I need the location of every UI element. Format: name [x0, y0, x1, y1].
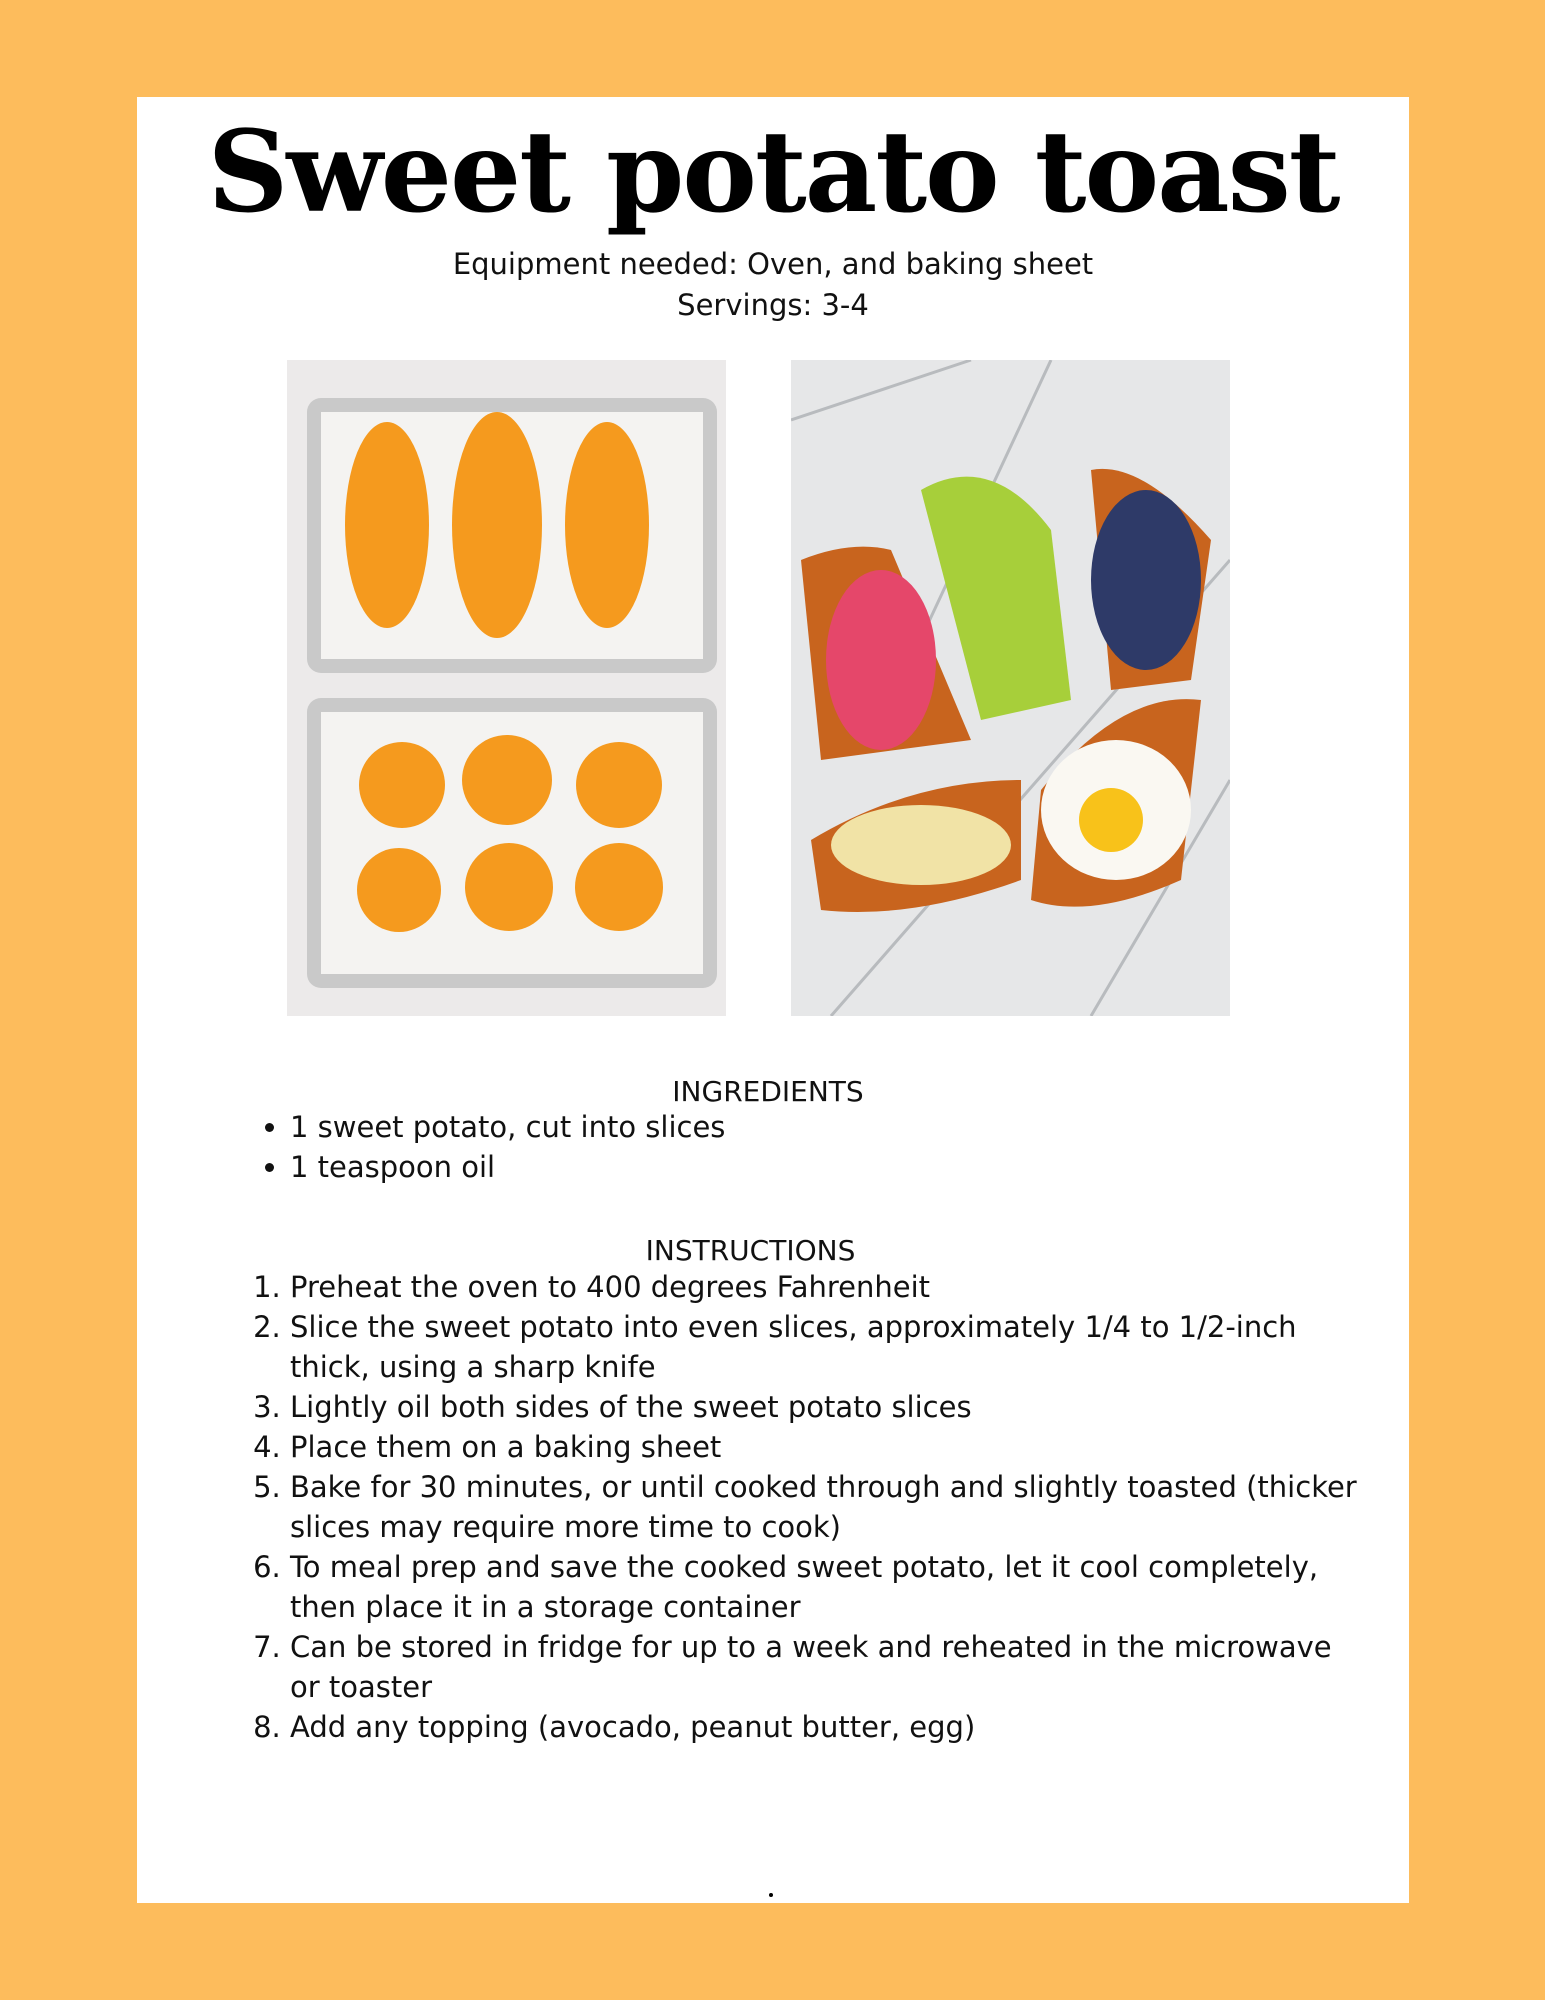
- instruction-step: Place them on a baking sheet: [290, 1427, 1370, 1467]
- footer-dot: [769, 1893, 773, 1897]
- ingredient-item: 1 teaspoon oil: [290, 1147, 725, 1187]
- instruction-step: Add any topping (avocado, peanut butter,…: [290, 1707, 1370, 1747]
- ingredients-heading: INGREDIENTS: [672, 1075, 864, 1108]
- recipe-card: Sweet potato toast Equipment needed: Ove…: [137, 97, 1409, 1903]
- sweet-potato-slices-photo: [287, 360, 726, 1016]
- instruction-step: Can be stored in fridge for up to a week…: [290, 1627, 1370, 1707]
- instruction-step: Slice the sweet potato into even slices,…: [290, 1307, 1370, 1387]
- page-title: Sweet potato toast: [207, 107, 1340, 238]
- instruction-step: Lightly oil both sides of the sweet pota…: [290, 1387, 1370, 1427]
- sweet-potato-toasts-photo: [791, 360, 1230, 1016]
- instruction-step: Bake for 30 minutes, or until cooked thr…: [290, 1467, 1370, 1547]
- instructions-list: Preheat the oven to 400 degrees Fahrenhe…: [217, 1267, 1370, 1747]
- equipment-text: Equipment needed: Oven, and baking sheet: [452, 247, 1094, 281]
- servings-text: Servings: 3-4: [677, 288, 869, 322]
- ingredient-item: 1 sweet potato, cut into slices: [290, 1107, 725, 1147]
- instruction-step: Preheat the oven to 400 degrees Fahrenhe…: [290, 1267, 1370, 1307]
- instruction-step: To meal prep and save the cooked sweet p…: [290, 1547, 1370, 1627]
- ingredients-list: 1 sweet potato, cut into slices 1 teaspo…: [244, 1107, 725, 1187]
- instructions-heading: INSTRUCTIONS: [645, 1234, 856, 1267]
